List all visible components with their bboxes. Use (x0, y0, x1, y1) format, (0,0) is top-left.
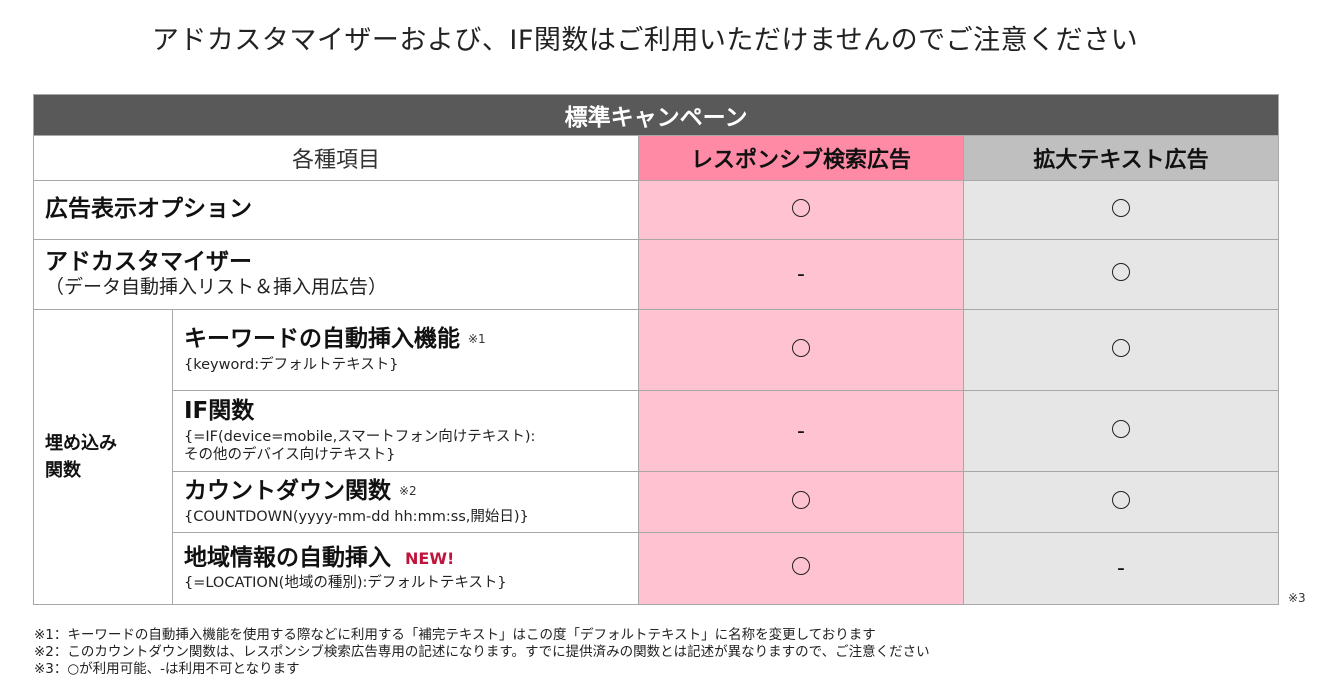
footnote-2: ※2：このカウントダウン関数は、レスポンシブ検索広告専用の記述になります。すでに… (34, 644, 930, 660)
row-code: {COUNTDOWN(yyyy-mm-dd hh:mm:ss,開始日)} (184, 508, 529, 525)
rsa-cell (638, 309, 964, 391)
row-label: 広告表示オプション (45, 196, 252, 223)
eta-cell (962, 471, 1280, 533)
eta-cell (962, 309, 1280, 391)
items-header: 各種項目 (33, 135, 639, 181)
footnote-3: ※3：○が利用可能、-は利用不可となります (34, 661, 300, 677)
available-circle-icon (1112, 263, 1131, 281)
unavailable-mark: - (797, 262, 805, 287)
available-circle-icon (1112, 419, 1131, 438)
campaign-header: 標準キャンペーン (32, 94, 1280, 136)
available-circle-icon (1112, 198, 1131, 217)
available-circle-icon (1112, 338, 1131, 357)
row-label: IF関数 (184, 398, 255, 425)
eta-cell: - (962, 532, 1280, 605)
row-label-cell: 広告表示オプション (33, 180, 639, 240)
footnote-1: ※1：キーワードの自動挿入機能を使用する際などに利用する「補完テキスト」はこの度… (34, 627, 876, 643)
row-label: アドカスタマイザー (45, 248, 252, 275)
available-circle-icon (792, 338, 810, 357)
row-label-cell: IF関数 {=IF(device=mobile,スマートフォン向けテキスト): そ… (172, 390, 639, 472)
table-row: カウントダウン関数 ※2 {COUNTDOWN(yyyy-mm-dd hh:mm:… (34, 471, 1280, 533)
available-circle-icon (792, 490, 810, 509)
rsa-cell: - (638, 239, 964, 310)
table-row: IF関数 {=IF(device=mobile,スマートフォン向けテキスト): そ… (34, 390, 1280, 472)
rsa-cell (638, 180, 964, 240)
rsa-cell: - (638, 390, 964, 472)
eta-cell (962, 180, 1280, 240)
new-badge: NEW! (405, 548, 455, 568)
table-row: 埋め込み 関数 キーワードの自動挿入機能 ※1 {keyword:デフォルトテキス… (33, 309, 1280, 605)
rsa-column-header: レスポンシブ検索広告 (638, 135, 964, 181)
row-sublabel: （データ自動挿入リスト＆挿入用広告） (45, 276, 388, 299)
row-label-cell: 地域情報の自動挿入 NEW! {=LOCATION(地域の種別):デフォルトテキス… (172, 532, 639, 605)
page-title: アドカスタマイザーおよび、IF関数はご利用いただけませんのでご注意ください (151, 25, 1139, 56)
embed-function-group-label: 埋め込み 関数 (33, 309, 173, 605)
row-code: {=LOCATION(地域の種別):デフォルトテキスト} (184, 575, 507, 592)
unavailable-mark: - (1117, 556, 1125, 581)
footnote-ref: ※2 (399, 484, 417, 499)
footnotes: ※1：キーワードの自動挿入機能を使用する際などに利用する「補完テキスト」はこの度… (34, 627, 930, 678)
row-label-cell: カウントダウン関数 ※2 {COUNTDOWN(yyyy-mm-dd hh:mm:… (172, 471, 639, 533)
available-circle-icon (792, 198, 810, 217)
row-code: {keyword:デフォルトテキスト} (184, 356, 399, 373)
eta-cell (962, 239, 1280, 310)
unavailable-mark: - (797, 418, 805, 444)
available-circle-icon (792, 557, 810, 575)
row-label: キーワードの自動挿入機能 ※1 (184, 326, 486, 353)
rsa-cell (638, 471, 964, 533)
table-row: 広告表示オプション (33, 180, 1280, 240)
eta-column-header: 拡大テキスト広告 (962, 135, 1280, 181)
available-circle-icon (1112, 490, 1131, 509)
row-label: 地域情報の自動挿入 NEW! (184, 544, 455, 571)
footnote-ref: ※1 (468, 332, 486, 347)
comparison-table: 標準キャンペーン 各種項目 レスポンシブ検索広告 拡大テキスト広告 広告表示オプ… (32, 94, 1280, 605)
table-row: アドカスタマイザー （データ自動挿入リスト＆挿入用広告） - (33, 239, 1280, 310)
table-row: 地域情報の自動挿入 NEW! {=LOCATION(地域の種別):デフォルトテキス… (34, 532, 1280, 605)
row-label: カウントダウン関数 ※2 (184, 478, 417, 505)
row-label-cell: アドカスタマイザー （データ自動挿入リスト＆挿入用広告） (33, 239, 639, 310)
eta-cell (962, 390, 1280, 472)
row-code: {=IF(device=mobile,スマートフォン向けテキスト): その他のデバ… (184, 428, 536, 463)
side-footnote-ref: ※3 (1288, 591, 1306, 605)
row-label-cell: キーワードの自動挿入機能 ※1 {keyword:デフォルトテキスト} (172, 309, 639, 391)
rsa-cell (638, 532, 964, 605)
